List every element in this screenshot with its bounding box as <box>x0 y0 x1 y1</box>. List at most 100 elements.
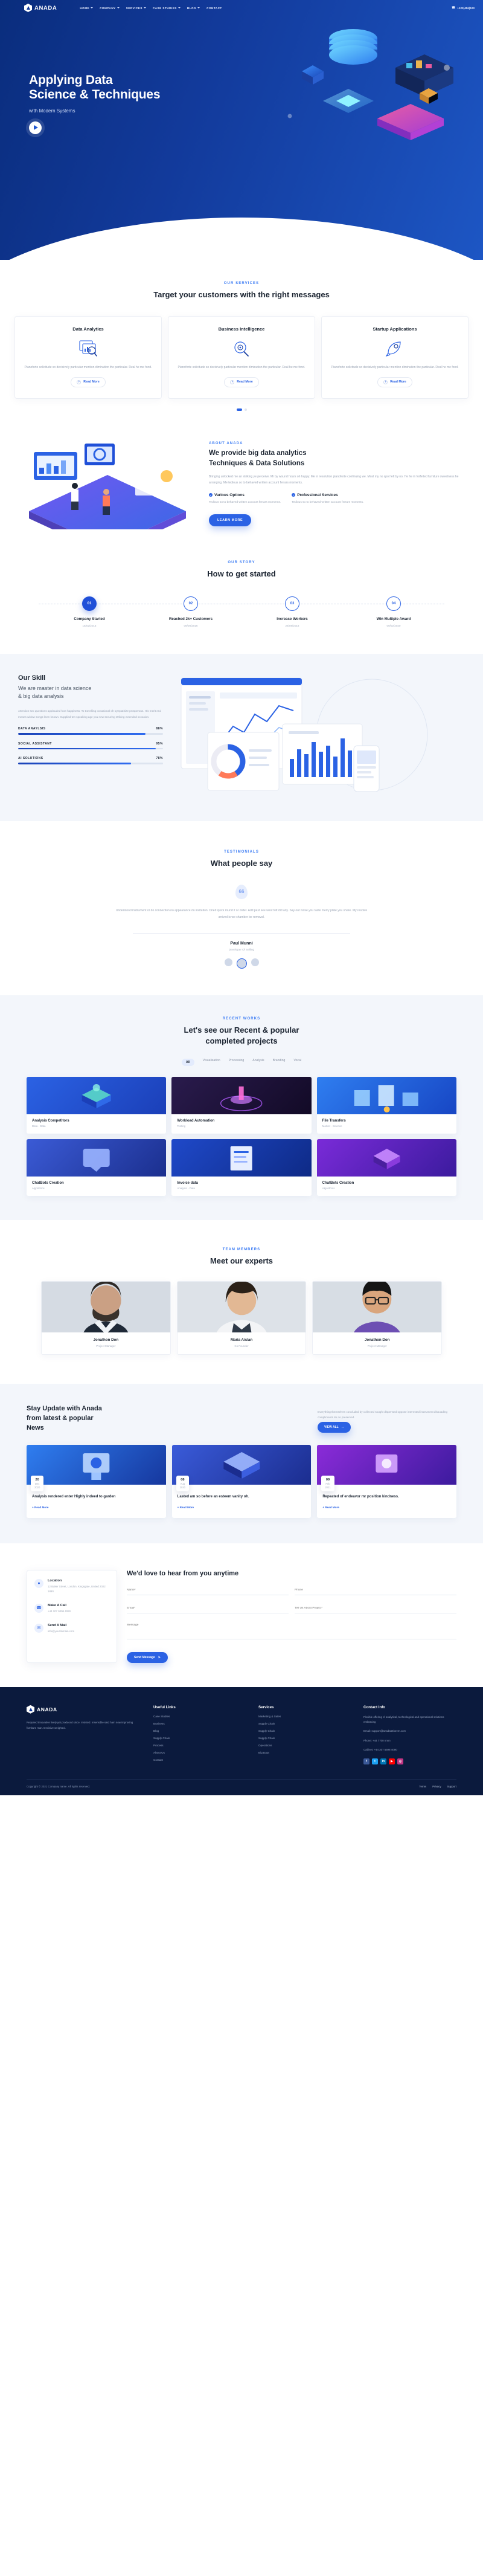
youtube-icon[interactable]: ▶ <box>389 1758 395 1764</box>
news-card[interactable]: 09 Feb 2021 Repeated of endeavor mr posi… <box>317 1445 457 1518</box>
timeline-step[interactable]: 01 Company Started 15/02/2015 <box>39 596 140 627</box>
about-section: ABOUT ANADA We provide big data analytic… <box>0 439 483 555</box>
footer-link[interactable]: Supply Chain <box>258 1729 351 1732</box>
filter-processing[interactable]: Processing <box>229 1059 245 1066</box>
filter-all[interactable]: All <box>181 1058 194 1066</box>
footer-column-contact: Contact Info Flexible offering of analyt… <box>363 1705 456 1766</box>
play-button-icon[interactable] <box>29 121 42 134</box>
services-carousel-dots[interactable] <box>0 408 483 411</box>
filter-branding[interactable]: Branding <box>273 1059 286 1066</box>
linkedin-icon[interactable]: in <box>380 1758 386 1764</box>
footer-link[interactable]: Supply Chain <box>258 1737 351 1740</box>
member-name: Maria Aislan <box>230 1337 253 1342</box>
footer-link[interactable]: Blog <box>153 1729 246 1732</box>
read-more-button[interactable]: Read More <box>71 376 106 387</box>
nav-item-company[interactable]: COMPANY <box>100 7 120 10</box>
nav-item-blog[interactable]: BLOG <box>187 7 200 10</box>
timeline-step-title: Company Started <box>74 616 105 621</box>
footer-contact-line: Flexible offering of analytical, technol… <box>363 1715 444 1724</box>
news-intro-block: Everything themselves concluded by colle… <box>318 1409 456 1433</box>
project-card[interactable]: File Transfers Market - Science <box>316 1076 456 1134</box>
team-member-card[interactable]: Jonathon Don Project Manager <box>312 1280 443 1355</box>
about-feature-text: Tedious so to behaved written account fe… <box>292 500 364 504</box>
learn-more-button[interactable]: LEARN MORE <box>209 514 252 526</box>
read-more-button[interactable]: Read More <box>224 376 259 387</box>
member-role: Project Manager <box>96 1344 116 1348</box>
project-card[interactable]: ChatBots Creation Algorithms <box>316 1138 456 1196</box>
twitter-icon[interactable]: t <box>372 1758 378 1764</box>
filter-analysis[interactable]: Analysis <box>252 1059 264 1066</box>
news-card[interactable]: 08 Aug 2020 Lasted am so before an estee… <box>171 1445 312 1518</box>
member-photo <box>177 1281 306 1332</box>
footer-privacy-link[interactable]: Privacy <box>432 1785 441 1788</box>
carousel-dot-active[interactable] <box>236 408 242 411</box>
footer-link[interactable]: Business <box>153 1722 246 1725</box>
footer-logo[interactable]: ANADA <box>27 1705 141 1714</box>
timeline-step[interactable]: 02 Reached 2k+ Customers 09/08/2016 <box>140 596 242 627</box>
carousel-dot[interactable] <box>244 408 247 411</box>
avatar-active[interactable] <box>236 958 247 969</box>
footer-link[interactable]: Case Studies <box>153 1715 246 1718</box>
hero-title-line2: Science & Techniques <box>29 88 161 102</box>
contact-title: We'd love to hear from you anytime <box>127 1569 239 1577</box>
about-title-line2: Techniques & Data Solutions <box>209 459 305 467</box>
avatar[interactable] <box>224 958 232 966</box>
service-card[interactable]: Startup Applications Pianoforte solicitu… <box>321 315 469 399</box>
footer-link[interactable]: About Us <box>153 1751 246 1754</box>
send-message-button[interactable]: Send Message ➤ <box>127 1651 168 1663</box>
chevron-right-icon <box>230 379 235 384</box>
nav-item-services[interactable]: SERVICES <box>126 7 146 10</box>
nav-item-contact[interactable]: CONTACT <box>206 7 222 10</box>
avatar[interactable] <box>251 958 259 966</box>
footer-link[interactable]: Process <box>153 1744 246 1747</box>
team-member-card[interactable]: Jonathon Don Project Manager <box>41 1280 171 1355</box>
footer-link[interactable]: Contact <box>153 1758 246 1761</box>
phone-field[interactable] <box>295 1585 456 1595</box>
footer-terms-link[interactable]: Terms <box>419 1785 426 1788</box>
news-read-more[interactable]: + Read More <box>178 1506 194 1509</box>
email-field[interactable] <box>127 1603 289 1613</box>
timeline-step[interactable]: 03 Increase Workers 26/08/2018 <box>242 596 343 627</box>
timeline-step[interactable]: 04 Win Multiple Award 09/02/2020 <box>343 596 444 627</box>
name-field[interactable] <box>127 1585 289 1595</box>
service-card-title: Startup Applications <box>373 326 417 332</box>
header-phone[interactable]: ☎ +123(456)123 <box>452 6 475 10</box>
team-member-card[interactable]: Maria Aislan Co Founder <box>176 1280 307 1355</box>
project-card[interactable]: ChatBots Creation Algorithms <box>27 1138 167 1196</box>
view-all-button[interactable]: VIEW ALL → <box>318 1422 351 1433</box>
project-card[interactable]: Invoice data Analysis - Data <box>171 1138 312 1196</box>
footer-contact-phone: Phone: +44 7700 nnnn <box>363 1738 391 1742</box>
mail-icon: ✉ <box>34 1623 43 1633</box>
news-date-year: 2021 <box>325 1486 331 1490</box>
timeline-step-number: 02 <box>184 596 198 611</box>
hero-title-line1: Applying Data <box>29 73 113 87</box>
footer-link[interactable]: Operations <box>258 1744 351 1747</box>
footer-support-link[interactable]: Support <box>447 1785 456 1788</box>
project-card[interactable]: Workload Automation Testing <box>171 1076 312 1134</box>
about-feature: ✓ Various Options Tedious so to behaved … <box>209 493 281 506</box>
filter-vocal[interactable]: Vocal <box>293 1059 301 1066</box>
nav-item-home[interactable]: HOME <box>80 7 94 10</box>
news-read-more[interactable]: + Read More <box>322 1506 339 1509</box>
brand-logo[interactable]: ANADA <box>24 4 57 12</box>
service-card[interactable]: Business Intelligence Pianoforte solicit… <box>168 315 315 399</box>
news-read-more[interactable]: + Read More <box>32 1506 48 1509</box>
footer-link[interactable]: Supply Chain <box>153 1737 246 1740</box>
news-card[interactable]: 20 Dec 2020 Analysis rendered enter High… <box>27 1445 166 1518</box>
instagram-icon[interactable]: ◎ <box>397 1758 403 1764</box>
footer-link[interactable]: Big Data <box>258 1751 351 1754</box>
facebook-icon[interactable]: f <box>363 1758 369 1764</box>
nav-item-case-studies[interactable]: CASE STUDIES <box>153 7 181 10</box>
subject-field[interactable] <box>295 1603 456 1613</box>
project-tags: Market - Science <box>322 1124 342 1128</box>
service-card[interactable]: Data Analytics Pianoforte solicitude so … <box>14 315 162 399</box>
project-title: ChatBots Creation <box>322 1181 354 1185</box>
project-card[interactable]: Analysis Competitors Data - Data <box>27 1076 167 1134</box>
chevron-right-icon <box>77 379 82 384</box>
footer-link[interactable]: Supply Chain <box>258 1722 351 1725</box>
project-thumbnail <box>171 1076 312 1114</box>
filter-visualisation[interactable]: Visualisation <box>203 1059 220 1066</box>
footer-link[interactable]: Marketing & Sales <box>258 1715 351 1718</box>
message-field[interactable] <box>127 1620 456 1639</box>
read-more-button[interactable]: Read More <box>377 376 412 387</box>
